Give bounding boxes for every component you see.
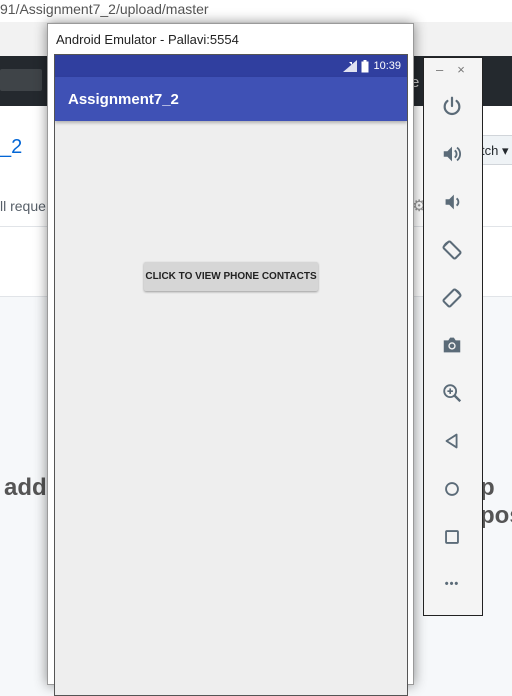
camera-icon (443, 337, 461, 353)
rotate-left-button[interactable] (438, 236, 466, 264)
battery-icon (361, 59, 369, 72)
overview-square-icon (445, 530, 459, 544)
chevron-down-icon: ▾ (501, 143, 509, 158)
view-contacts-button[interactable]: CLICK TO VIEW PHONE CONTACTS (144, 262, 318, 291)
zoom-button[interactable] (438, 379, 466, 407)
browser-address-bar[interactable]: 91/Assignment7_2/upload/master (0, 0, 512, 23)
status-icons: 10:39 (343, 58, 401, 74)
power-button[interactable] (438, 92, 466, 120)
rotate-left-icon (442, 240, 462, 260)
home-button[interactable] (438, 475, 466, 503)
volume-up-icon (443, 146, 461, 162)
repo-name-link[interactable]: _2 (0, 136, 22, 159)
back-button[interactable] (438, 427, 466, 455)
home-circle-icon (445, 482, 459, 496)
screenshot-button[interactable] (438, 331, 466, 359)
more-button[interactable]: ••• (438, 570, 466, 598)
emulator-toolbar: – × ••• (423, 57, 483, 616)
toolbar-window-controls: – × (436, 62, 465, 77)
emulator-window-title: Android Emulator - Pallavi:5554 (56, 32, 239, 47)
power-icon (443, 96, 461, 116)
overview-button[interactable] (438, 523, 466, 551)
volume-up-button[interactable] (438, 140, 466, 168)
browser-url-text: 91/Assignment7_2/upload/master (0, 1, 209, 17)
close-button[interactable]: × (457, 62, 465, 77)
back-triangle-icon (445, 433, 458, 449)
upload-heading-left: add (4, 474, 47, 501)
pull-requests-tab[interactable]: ll reque (0, 198, 46, 214)
volume-down-icon (445, 194, 460, 210)
rotate-right-icon (442, 288, 462, 308)
status-bar: 10:39 (55, 55, 407, 77)
zoom-in-icon (443, 384, 462, 403)
app-bar: Assignment7_2 (55, 77, 407, 121)
emulator-window: Android Emulator - Pallavi:5554 10:39 As… (47, 23, 414, 696)
phone-screen[interactable]: 10:39 Assignment7_2 CLICK TO VIEW PHONE … (54, 54, 408, 696)
status-time: 10:39 (373, 60, 401, 72)
volume-down-button[interactable] (438, 188, 466, 216)
more-icon: ••• (444, 578, 460, 590)
rotate-right-button[interactable] (438, 284, 466, 312)
header-search-box[interactable] (0, 69, 42, 91)
signal-icon (343, 60, 358, 72)
app-title: Assignment7_2 (68, 91, 179, 108)
branch-label: tch (481, 143, 499, 158)
upload-heading-right: p pos (480, 474, 512, 529)
minimize-button[interactable]: – (436, 62, 443, 77)
